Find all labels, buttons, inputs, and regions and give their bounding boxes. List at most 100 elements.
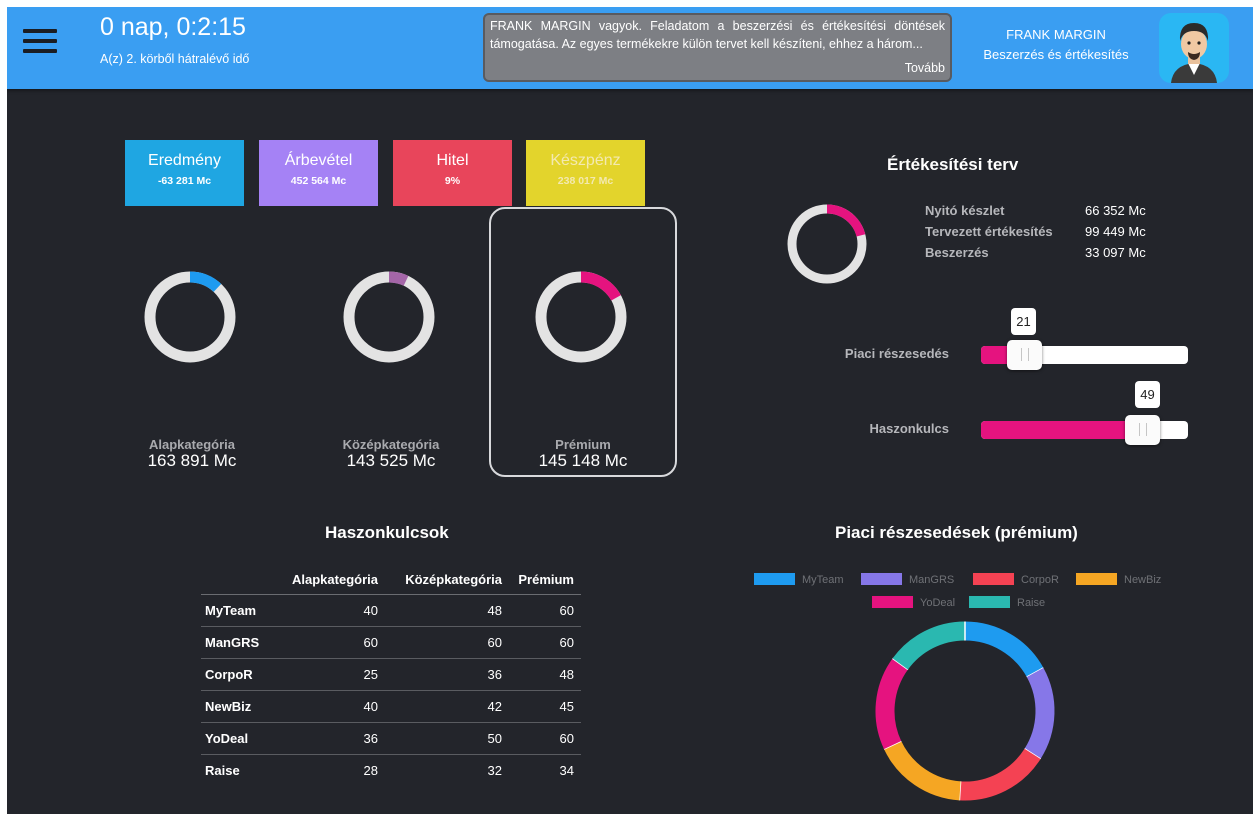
table-row: Raise 28 32 34 (201, 754, 581, 786)
donut-slice-corpor[interactable] (959, 748, 1041, 801)
legend-item-yodeal[interactable]: YoDeal (872, 596, 955, 609)
legend-swatch (969, 596, 1010, 608)
kpi-value: 452 564 Mc (290, 175, 347, 187)
kpi-title: Hitel (436, 152, 469, 169)
margins-table: Alapkategória Középkategória Prémium MyT… (201, 566, 581, 786)
team-name: Raise (205, 762, 240, 778)
column-header: Középkategória (385, 566, 509, 595)
table-cell: 45 (509, 690, 581, 723)
legend-item-corpor[interactable]: CorpoR (973, 573, 1059, 586)
legend-label: ManGRS (909, 574, 955, 586)
category-card-premium[interactable]: Prémium 145 148 Mc (489, 207, 677, 477)
legend-item-raise[interactable]: Raise (969, 596, 1045, 609)
table-header-row: Alapkategória Középkategória Prémium (201, 566, 581, 595)
kpi-result-tile[interactable]: Eredmény -63 281 Mc (125, 140, 244, 206)
table-cell: 36 (275, 722, 385, 755)
table-cell: 60 (509, 594, 581, 627)
legend-swatch (861, 573, 902, 585)
kpi-title: Készpénz (550, 152, 621, 169)
table-cell: 40 (275, 690, 385, 723)
column-header: Prémium (509, 566, 581, 595)
market-share-chart-title: Piaci részesedések (prémium) (835, 523, 1078, 542)
avatar-person-icon (1171, 23, 1217, 83)
sales-plan-title: Értékesítési terv (887, 155, 1019, 174)
donut-slice-newbiz[interactable] (884, 740, 961, 801)
table-cell: 36 (385, 658, 509, 691)
plan-row-label: Tervezett értékesítés (925, 224, 1053, 239)
category-value: 143 525 Mc (346, 451, 436, 470)
legend-label: YoDeal (920, 597, 956, 609)
table-cell: 50 (385, 722, 509, 755)
top-bar: 0 nap, 0:2:15 A(z) 2. körből hátralévő i… (7, 7, 1253, 89)
user-role: Beszerzés és értékesítés (983, 47, 1129, 62)
kpi-cash-tile[interactable]: Készpénz 238 017 Mc (526, 140, 645, 206)
table-cell: 40 (275, 594, 385, 627)
legend-item-myteam[interactable]: MyTeam (754, 573, 844, 586)
legend-swatch (1076, 573, 1117, 585)
table-cell: 48 (509, 658, 581, 691)
plan-row-value: 99 449 Mc (1085, 224, 1146, 239)
round-timer: 0 nap, 0:2:15 (100, 13, 246, 41)
legend-label: NewBiz (1124, 574, 1162, 586)
table-row: NewBiz 40 42 45 (201, 690, 581, 723)
category-donut (144, 271, 236, 363)
legend-swatch (973, 573, 1014, 585)
donut-slice-raise[interactable] (892, 621, 966, 670)
team-name: NewBiz (201, 690, 275, 723)
kpi-title: Árbevétel (284, 152, 353, 169)
market-share-donut (875, 621, 1055, 801)
table-corner (201, 566, 275, 595)
category-name: Középkategória (342, 437, 440, 452)
table-cell: 48 (385, 594, 509, 627)
table-cell: 42 (385, 690, 509, 723)
table-cell: 28 (363, 762, 378, 778)
category-card-middle[interactable]: Középkategória 143 525 Mc (297, 207, 485, 477)
hamburger-menu-icon[interactable] (23, 29, 57, 55)
donut-slice-mangrs[interactable] (1024, 667, 1055, 759)
advisor-message-text: FRANK MARGIN vagyok. Feladatom a beszerz… (490, 19, 945, 51)
donut-slice-myteam[interactable] (964, 621, 1044, 678)
category-value: 163 891 Mc (147, 451, 237, 470)
plan-row-label: Nyitó készlet (925, 203, 1005, 218)
table-cell: 60 (275, 626, 385, 659)
table-cell: 34 (559, 762, 574, 778)
market-share-label: Piaci részesedés (844, 346, 949, 361)
read-more-link[interactable]: Tovább (905, 59, 945, 77)
team-name: CorpoR (201, 658, 275, 691)
kpi-credit-tile[interactable]: Hitel 9% (393, 140, 512, 206)
margins-title: Haszonkulcsok (325, 523, 449, 542)
plan-row-value: 66 352 Mc (1085, 203, 1146, 218)
legend-label: CorpoR (1021, 574, 1059, 586)
kpi-value: 238 017 Mc (557, 175, 614, 187)
plan-row-label: Beszerzés (925, 245, 989, 260)
donut-slice-yodeal[interactable] (875, 658, 909, 750)
sales-plan-donut (787, 204, 867, 284)
legend-item-newbiz[interactable]: NewBiz (1076, 573, 1161, 586)
category-value: 145 148 Mc (538, 451, 628, 470)
category-donut (535, 271, 627, 363)
market-share-handle[interactable] (1007, 340, 1042, 370)
legend-label: MyTeam (802, 574, 844, 586)
user-name: FRANK MARGIN (1006, 27, 1106, 42)
legend-swatch (872, 596, 913, 608)
margin-handle[interactable] (1125, 415, 1160, 445)
table-row: ManGRS 60 60 60 (201, 626, 581, 659)
margin-label: Haszonkulcs (869, 421, 949, 436)
kpi-title: Eredmény (148, 152, 221, 169)
market-share-value: 21 (1011, 308, 1036, 335)
legend-item-mangrs[interactable]: ManGRS (861, 573, 954, 586)
table-cell: 60 (509, 626, 581, 659)
team-name: MyTeam (201, 594, 275, 627)
table-cell: 60 (509, 722, 581, 755)
category-name: Alapkategória (149, 437, 235, 452)
plan-row-value: 33 097 Mc (1085, 245, 1146, 260)
avatar[interactable] (1159, 13, 1229, 83)
column-header: Alapkategória (275, 566, 385, 595)
table-cell: 32 (487, 762, 502, 778)
app-root: 0 nap, 0:2:15 A(z) 2. körből hátralévő i… (7, 7, 1253, 814)
legend-swatch (754, 573, 795, 585)
kpi-revenue-tile[interactable]: Árbevétel 452 564 Mc (259, 140, 378, 206)
category-donut (343, 271, 435, 363)
category-card-basic[interactable]: Alapkategória 163 891 Mc (98, 207, 286, 477)
table-row: YoDeal 36 50 60 (201, 722, 581, 755)
